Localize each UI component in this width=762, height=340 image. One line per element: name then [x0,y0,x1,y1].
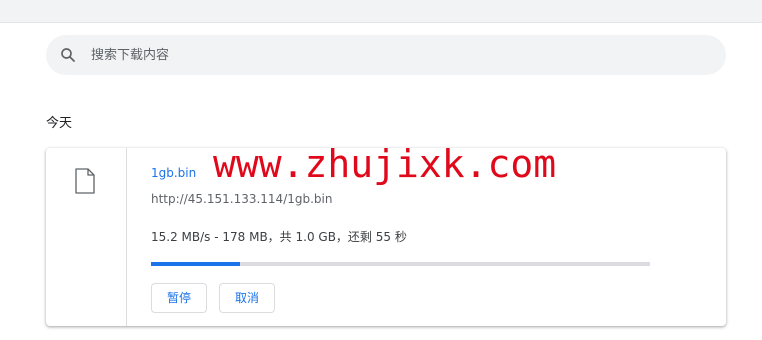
pause-button[interactable]: 暂停 [151,283,208,313]
download-progress-fill [151,262,240,266]
date-heading: 今天 [46,116,73,131]
download-url-link[interactable]: http://45.151.133.114/1gb.bin [151,192,332,206]
search-input[interactable] [89,46,693,64]
download-status: 15.2 MB/s - 178 MB，共 1.0 GB，还剩 55 秒 [151,230,407,244]
top-bar [0,0,762,23]
search-bar[interactable] [46,35,726,75]
search-icon [59,46,77,64]
cancel-button[interactable]: 取消 [219,283,276,313]
download-filename-link[interactable]: 1gb.bin [151,166,196,180]
file-icon [75,168,95,194]
file-icon-column [46,148,127,326]
download-item: 1gb.bin http://45.151.133.114/1gb.bin 15… [46,148,726,326]
download-progress-bar [151,262,650,266]
